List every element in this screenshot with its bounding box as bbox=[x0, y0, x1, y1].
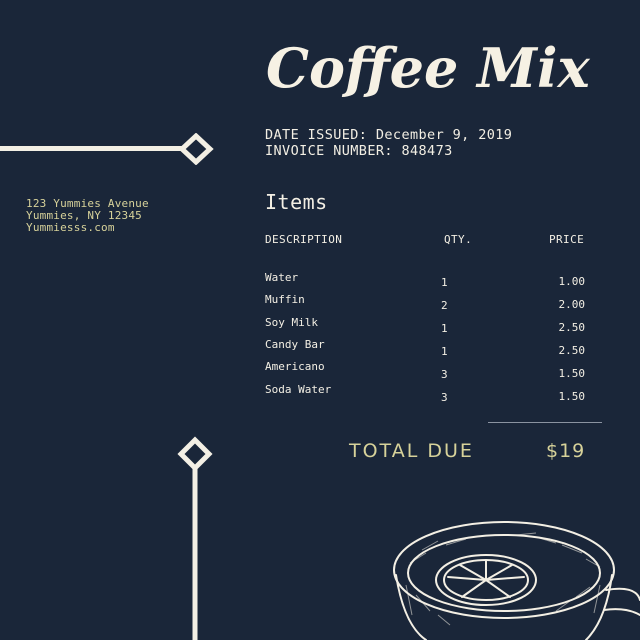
item-description: Water bbox=[265, 271, 299, 284]
date-issued-value: December 9, 2019 bbox=[375, 127, 513, 143]
column-qty: QTY. bbox=[444, 233, 473, 246]
item-price: 2.50 bbox=[558, 321, 586, 334]
item-price: 1.00 bbox=[558, 275, 586, 288]
page-title: Coffee Mix bbox=[266, 36, 590, 100]
date-issued-label: DATE ISSUED: bbox=[265, 127, 368, 143]
address-website[interactable]: Yummiesss.com bbox=[26, 221, 115, 234]
item-qty: 1 bbox=[441, 276, 448, 289]
coffee-cup-illustration bbox=[393, 521, 640, 640]
item-qty: 2 bbox=[441, 299, 448, 312]
item-price: 2.00 bbox=[558, 298, 586, 311]
item-description: Soda Water bbox=[265, 383, 332, 396]
item-description: Muffin bbox=[265, 293, 305, 306]
total-due-label: TOTAL DUE bbox=[349, 440, 474, 462]
item-price: 2.50 bbox=[558, 344, 586, 357]
items-heading: Items bbox=[265, 190, 328, 214]
item-description: Americano bbox=[265, 360, 325, 373]
item-price: 1.50 bbox=[558, 390, 586, 403]
item-description: Soy Milk bbox=[265, 316, 318, 329]
item-qty: 3 bbox=[441, 391, 448, 404]
total-divider bbox=[488, 422, 602, 423]
item-price: 1.50 bbox=[558, 367, 586, 380]
total-due-value: $19 bbox=[546, 440, 586, 462]
diamond-arrow-icon bbox=[177, 436, 213, 640]
diamond-arrow-icon bbox=[0, 133, 214, 165]
item-qty: 3 bbox=[441, 368, 448, 381]
date-issued: DATE ISSUED: December 9, 2019 bbox=[265, 127, 512, 143]
invoice-number-label: INVOICE NUMBER: bbox=[265, 143, 393, 159]
item-qty: 1 bbox=[441, 322, 448, 335]
item-qty: 1 bbox=[441, 345, 448, 358]
invoice-number: INVOICE NUMBER: 848473 bbox=[265, 143, 453, 159]
invoice-number-value: 848473 bbox=[401, 143, 453, 159]
column-description: DESCRIPTION bbox=[265, 233, 343, 246]
item-description: Candy Bar bbox=[265, 338, 325, 351]
column-price: PRICE bbox=[549, 233, 585, 246]
